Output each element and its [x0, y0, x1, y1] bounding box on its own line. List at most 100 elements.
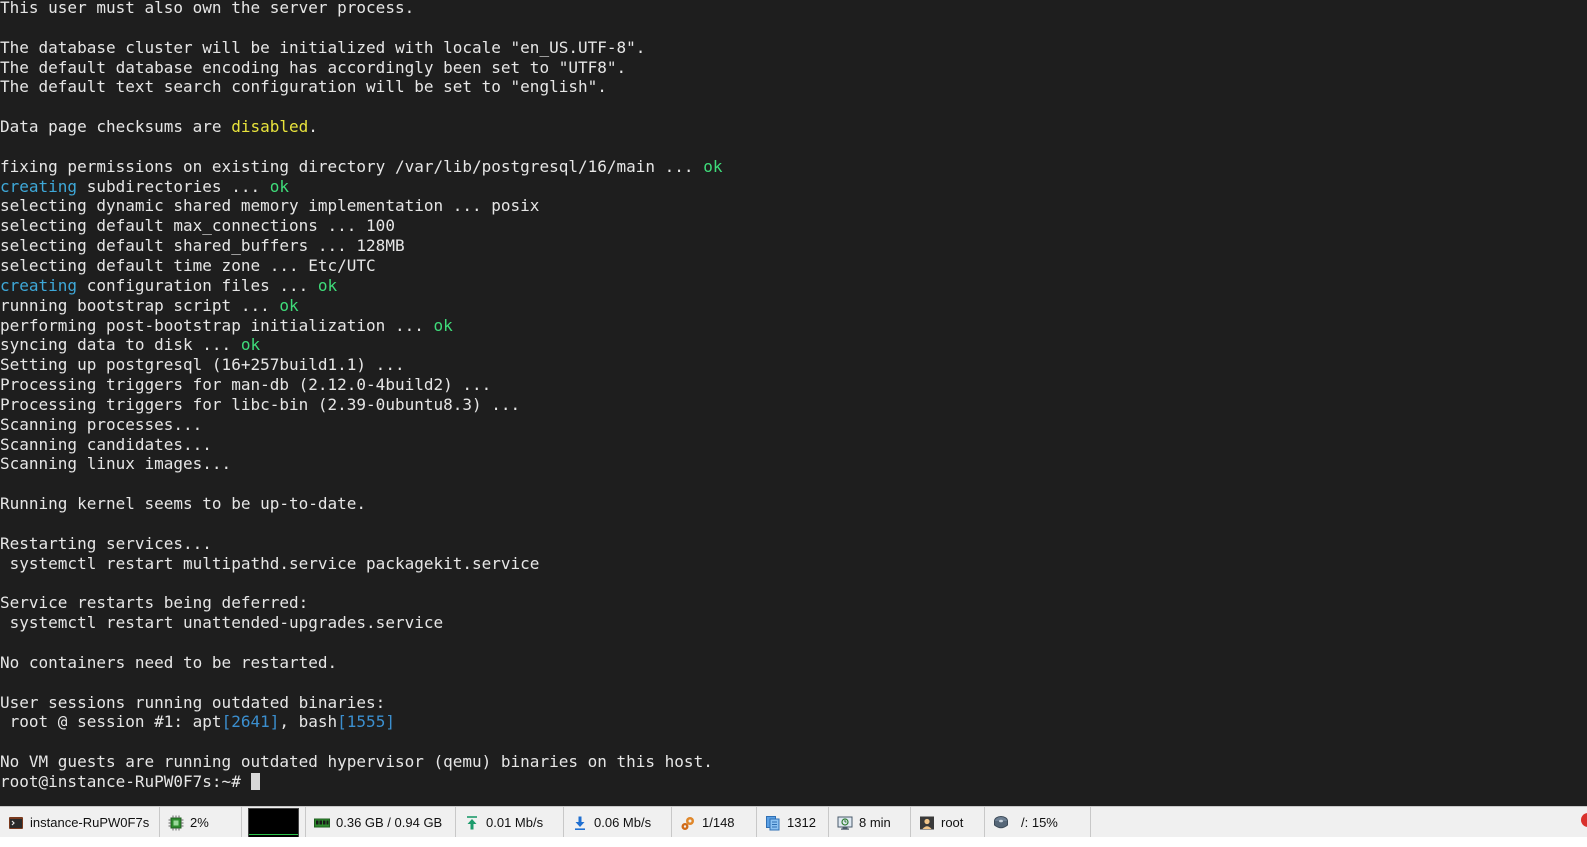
terminal-line: selecting default shared_buffers ... 128… [0, 236, 722, 256]
cpu-graph-segment[interactable] [242, 807, 306, 838]
terminal-line: Restarting services... [0, 534, 722, 554]
terminal-output: This user must also own the server proce… [0, 0, 722, 792]
status-count[interactable]: 1312 [757, 807, 829, 838]
terminal-line: The default database encoding has accord… [0, 58, 722, 78]
terminal-text: Service restarts being deferred: [0, 593, 309, 613]
gears-icon [680, 815, 696, 831]
terminal-text: Scanning linux images... [0, 454, 232, 474]
terminal-line: Processing triggers for man-db (2.12.0-4… [0, 375, 722, 395]
terminal-text: Running kernel seems to be up-to-date. [0, 494, 367, 514]
terminal-text: [1555] [337, 712, 395, 732]
terminal-text: ok [433, 315, 453, 335]
terminal-text: systemctl restart unattended-upgrades.se… [0, 613, 444, 633]
cpu-usage-graph [248, 807, 299, 838]
monitor-clock-icon [837, 815, 853, 831]
uptime-value: 8 min [859, 815, 891, 830]
terminal-text: ok [279, 295, 299, 315]
documents-icon [765, 815, 781, 831]
terminal-line: systemctl restart multipathd.service pac… [0, 554, 722, 574]
terminal-text: Restarting services... [0, 533, 212, 553]
status-processes[interactable]: 1/148 [672, 807, 757, 838]
terminal-line: Scanning processes... [0, 415, 722, 435]
count-value: 1312 [787, 815, 816, 830]
terminal-text: Data page checksums are [0, 117, 232, 137]
terminal-text: performing post-bootstrap initialization… [0, 315, 434, 335]
terminal-text: systemctl restart multipathd.service pac… [0, 553, 540, 573]
terminal-text: selecting default max_connections ... 10… [0, 216, 395, 236]
processes-value: 1/148 [702, 815, 735, 830]
terminal-line: Scanning candidates... [0, 435, 722, 455]
shell-prompt-line[interactable]: root@instance-RuPW0F7s:~# [0, 772, 722, 792]
host-label: instance-RuPW0F7s [30, 815, 150, 830]
status-memory[interactable]: 0.36 GB / 0.94 GB [306, 807, 456, 838]
download-arrow-icon [572, 815, 588, 831]
terminal-text: , bash [279, 712, 338, 732]
terminal-text: fixing permissions on existing directory… [0, 156, 704, 176]
terminal-line: creating subdirectories ... ok [0, 177, 722, 197]
terminal-line: creating configuration files ... ok [0, 276, 722, 296]
shell-prompt: root@instance-RuPW0F7s:~# [0, 771, 251, 791]
upload-arrow-icon [464, 815, 480, 831]
terminal-line: syncing data to disk ... ok [0, 335, 722, 355]
terminal-text: selecting dynamic shared memory implemen… [0, 196, 540, 216]
hard-disk-icon [993, 815, 1009, 831]
cpu-chip-icon [168, 815, 184, 831]
terminal-line: The default text search configuration wi… [0, 77, 722, 97]
terminal-line: Processing triggers for libc-bin (2.39-0… [0, 395, 722, 415]
status-host[interactable]: instance-RuPW0F7s [0, 807, 160, 838]
terminal-text: selecting default shared_buffers ... 128… [0, 236, 405, 256]
terminal-text: The default database encoding has accord… [0, 57, 627, 77]
terminal-line: selecting dynamic shared memory implemen… [0, 196, 722, 216]
terminal-text: The database cluster will be initialized… [0, 37, 646, 57]
terminal-text: Scanning processes... [0, 414, 203, 434]
terminal-window[interactable]: This user must also own the server proce… [0, 0, 1587, 813]
terminal-text: User sessions running outdated binaries: [0, 692, 386, 712]
terminal-line: selecting default time zone ... Etc/UTC [0, 256, 722, 276]
terminal-text: Processing triggers for man-db (2.12.0-4… [0, 375, 492, 395]
text-cursor [251, 772, 261, 790]
status-upload[interactable]: 0.01 Mb/s [456, 807, 564, 838]
terminal-text: subdirectories ... [77, 176, 270, 196]
terminal-text: ok [269, 176, 289, 196]
terminal-text: configuration files ... [77, 275, 318, 295]
terminal-line: Service restarts being deferred: [0, 593, 722, 613]
terminal-line: root @ session #1: apt[2641], bash[1555] [0, 712, 722, 732]
terminal-app-icon [8, 815, 24, 831]
terminal-line: running bootstrap script ... ok [0, 296, 722, 316]
disk-value: /: 15% [1021, 815, 1058, 830]
terminal-line: No VM guests are running outdated hyperv… [0, 752, 722, 772]
terminal-text: root @ session #1: apt [0, 712, 222, 732]
terminal-text: No containers need to be restarted. [0, 652, 338, 672]
terminal-text: ok [703, 156, 723, 176]
status-uptime[interactable]: 8 min [829, 807, 911, 838]
status-disk[interactable]: /: 15% [985, 807, 1091, 838]
terminal-line: Scanning linux images... [0, 454, 722, 474]
terminal-line: No containers need to be restarted. [0, 653, 722, 673]
status-cpu[interactable]: 2% [160, 807, 242, 838]
terminal-text: running bootstrap script ... [0, 295, 280, 315]
terminal-text: This user must also own the server proce… [0, 0, 415, 17]
terminal-line: Running kernel seems to be up-to-date. [0, 494, 722, 514]
status-download[interactable]: 0.06 Mb/s [564, 807, 672, 838]
terminal-text: ok [240, 335, 261, 355]
terminal-line: This user must also own the server proce… [0, 0, 722, 18]
terminal-text: syncing data to disk ... [0, 335, 241, 355]
terminal-text: No VM guests are running outdated hyperv… [0, 752, 713, 772]
status-user[interactable]: root [911, 807, 985, 838]
terminal-line: Setting up postgresql (16+257build1.1) .… [0, 355, 722, 375]
terminal-text: . [308, 117, 318, 137]
terminal-line: systemctl restart unattended-upgrades.se… [0, 613, 722, 633]
status-bar: instance-RuPW0F7s 2% 0.36 GB / 0.94 GB 0… [0, 806, 1587, 838]
memory-stick-icon [314, 815, 330, 831]
terminal-line: selecting default max_connections ... 10… [0, 216, 722, 236]
terminal-text: Scanning candidates... [0, 434, 212, 454]
